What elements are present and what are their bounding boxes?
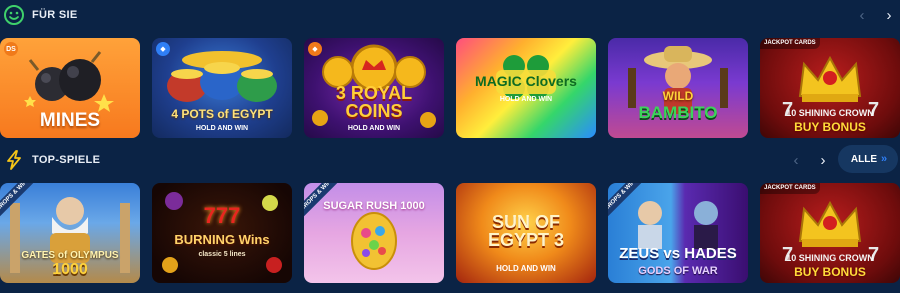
- lightning-icon: [7, 150, 21, 170]
- game-title: 3 ROYAL COINS: [335, 83, 413, 121]
- game-title: ZEUS vs HADES: [619, 245, 737, 262]
- game-tile-sugar-rush-1000[interactable]: DROPS & WINS SUGAR RUSH 1000: [304, 183, 444, 283]
- provider-badge: DS: [4, 42, 18, 56]
- game-subtitle: BUY BONUS: [794, 120, 866, 134]
- prev-arrow-button[interactable]: ‹: [785, 149, 807, 171]
- smiley-icon: [4, 5, 24, 25]
- game-title: MINES: [39, 110, 101, 131]
- section-title: TOP-SPIELE: [32, 154, 101, 166]
- drops-wins-badge: ◆: [156, 42, 170, 56]
- game-tagline: classic 5 lines: [198, 251, 246, 258]
- game-tile-wild-bambito[interactable]: WILD BAMBITO: [608, 38, 748, 138]
- prev-arrow-button[interactable]: ‹: [851, 4, 873, 26]
- section-header-fuer-sie: FÜR SIE ‹ ›: [0, 0, 900, 30]
- game-title: 10 SHINING CROWN: [786, 253, 874, 263]
- game-subtitle: BURNING Wins: [174, 232, 270, 247]
- game-subtitle: HOLD AND WIN: [347, 125, 401, 132]
- game-tile-burning-wins[interactable]: 777 BURNING Wins classic 5 lines: [152, 183, 292, 283]
- game-tile-10-shining-crown[interactable]: 7 7 JACKPOT CARDS 10 SHINING CROWN BUY B…: [760, 183, 900, 283]
- game-tile-4-pots-of-egypt[interactable]: ◆ 4 POTS of EGYPT HOLD AND WIN: [152, 38, 292, 138]
- game-subtitle: BUY BONUS: [794, 265, 866, 279]
- game-title: MAGIC Clovers: [475, 73, 577, 89]
- game-title: 10 SHINING CROWN: [786, 108, 874, 118]
- gumball-illustration: [351, 212, 397, 270]
- game-tile-10-shining-crown[interactable]: 7 7 JACKPOT CARDS 10 SHINING CROWN BUY B…: [760, 38, 900, 138]
- game-tile-gates-of-olympus-1000[interactable]: DROPS & WINS GATES of OLYMPUS 1000: [0, 183, 140, 283]
- game-tile-3-royal-coins[interactable]: ◆ 3 ROYAL COINS HOLD AND WIN: [304, 38, 444, 138]
- game-tile-magic-clovers[interactable]: MAGIC Clovers HOLD AND WIN: [456, 38, 596, 138]
- game-title: SUGAR RUSH 1000: [323, 200, 425, 212]
- game-tile-zeus-vs-hades[interactable]: DROPS & WINS ZEUS vs HADES GODS OF WAR: [608, 183, 748, 283]
- alle-label: ALLE: [850, 153, 877, 165]
- game-subtitle: HOLD AND WIN: [496, 264, 556, 273]
- game-subtitle: 1000: [52, 261, 88, 278]
- pots-illustration: [167, 51, 277, 102]
- game-tile-sun-of-egypt-3[interactable]: SUN OF EGYPT 3 HOLD AND WIN: [456, 183, 596, 283]
- game-subtitle: HOLD AND WIN: [499, 96, 553, 103]
- game-row-fuer-sie: DS MINES ◆ 4 POTS of EGYPT HOLD AND WIN: [0, 38, 900, 138]
- game-title: SUN OF EGYPT 3: [487, 212, 565, 250]
- section-title: FÜR SIE: [32, 9, 78, 21]
- game-subtitle: GODS OF WAR: [638, 265, 718, 277]
- provider-badge: ◆: [308, 42, 322, 56]
- alle-button[interactable]: ALLE »: [838, 145, 898, 173]
- jackpot-cards-ribbon: JACKPOT CARDS: [760, 38, 820, 49]
- game-title: GATES of OLYMPUS: [21, 250, 119, 261]
- next-arrow-button[interactable]: ›: [812, 149, 834, 171]
- game-row-top-spiele: DROPS & WINS GATES of OLYMPUS 1000 777 B…: [0, 183, 900, 283]
- game-subtitle: BAMBITO: [638, 103, 718, 122]
- section-header-top-spiele: TOP-SPIELE ‹ › ALLE »: [0, 145, 900, 175]
- game-title: WILD: [662, 89, 694, 103]
- double-chevron-icon: »: [880, 153, 887, 165]
- next-arrow-button[interactable]: ›: [878, 4, 900, 26]
- game-tile-mines[interactable]: DS MINES: [0, 38, 140, 138]
- bambito-illustration: [628, 46, 728, 114]
- jackpot-cards-ribbon: JACKPOT CARDS: [760, 183, 820, 194]
- game-title: 777: [203, 203, 241, 228]
- game-title: 4 POTS of EGYPT: [171, 107, 273, 121]
- game-subtitle: HOLD AND WIN: [195, 125, 249, 132]
